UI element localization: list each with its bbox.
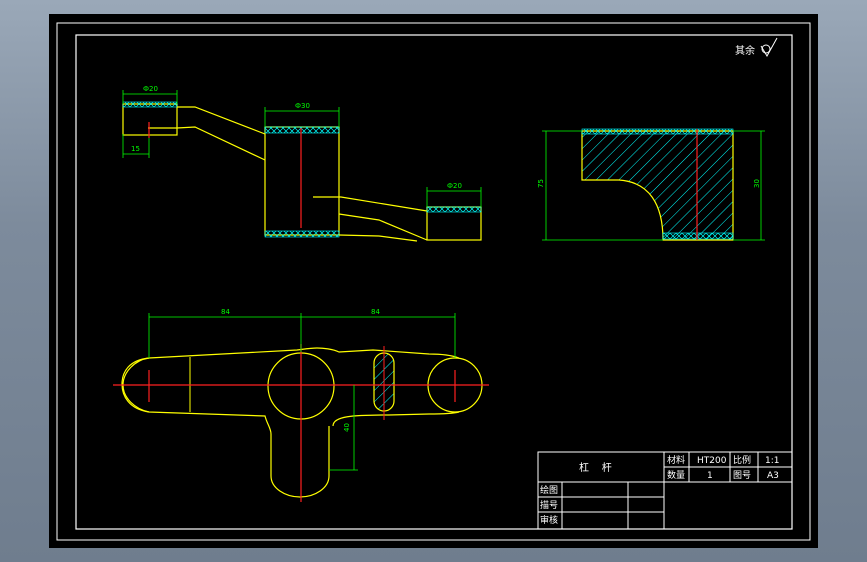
sheet-label: 图号 xyxy=(733,470,751,481)
dim-d9: 40 xyxy=(343,423,351,432)
dim-d2: 15 xyxy=(131,145,140,153)
qty-value: 1 xyxy=(707,471,713,481)
title-block xyxy=(537,451,793,530)
cad-drawing: 其余 Ф20 15 Ф30 Ф20 75 30 84 84 40 杠 杆 材料 … xyxy=(56,22,811,541)
dim-d7: 84 xyxy=(221,308,230,316)
part-name: 杠 杆 xyxy=(579,461,612,474)
dim-d6: 30 xyxy=(753,179,761,188)
front-view: Ф20 15 Ф30 Ф20 xyxy=(122,85,482,242)
drawn-label: 绘图 xyxy=(540,484,558,496)
scale-label: 比例 xyxy=(733,454,751,466)
roughness-note: 其余 xyxy=(735,44,755,57)
drawing-sheet: 其余 Ф20 15 Ф30 Ф20 75 30 84 84 40 杠 杆 材料 … xyxy=(49,14,818,548)
dim-d1: Ф20 xyxy=(143,85,158,93)
dim-d4: Ф20 xyxy=(447,182,462,190)
dim-d5: 75 xyxy=(537,179,545,188)
top-view: 84 84 40 xyxy=(113,308,489,502)
qty-label: 数量 xyxy=(667,469,685,481)
dim-d8: 84 xyxy=(371,308,380,316)
dim-d3: Ф30 xyxy=(295,102,310,110)
material-value: HT200 xyxy=(697,456,727,466)
scale-value: 1:1 xyxy=(765,456,779,466)
material-label: 材料 xyxy=(667,454,685,466)
inner-frame xyxy=(75,34,793,530)
design-label: 描号 xyxy=(540,499,558,511)
roughness-icon xyxy=(760,37,778,57)
sheet-value: A3 xyxy=(767,471,779,481)
section-view: 75 30 xyxy=(537,128,765,241)
check-label: 审核 xyxy=(540,514,558,526)
